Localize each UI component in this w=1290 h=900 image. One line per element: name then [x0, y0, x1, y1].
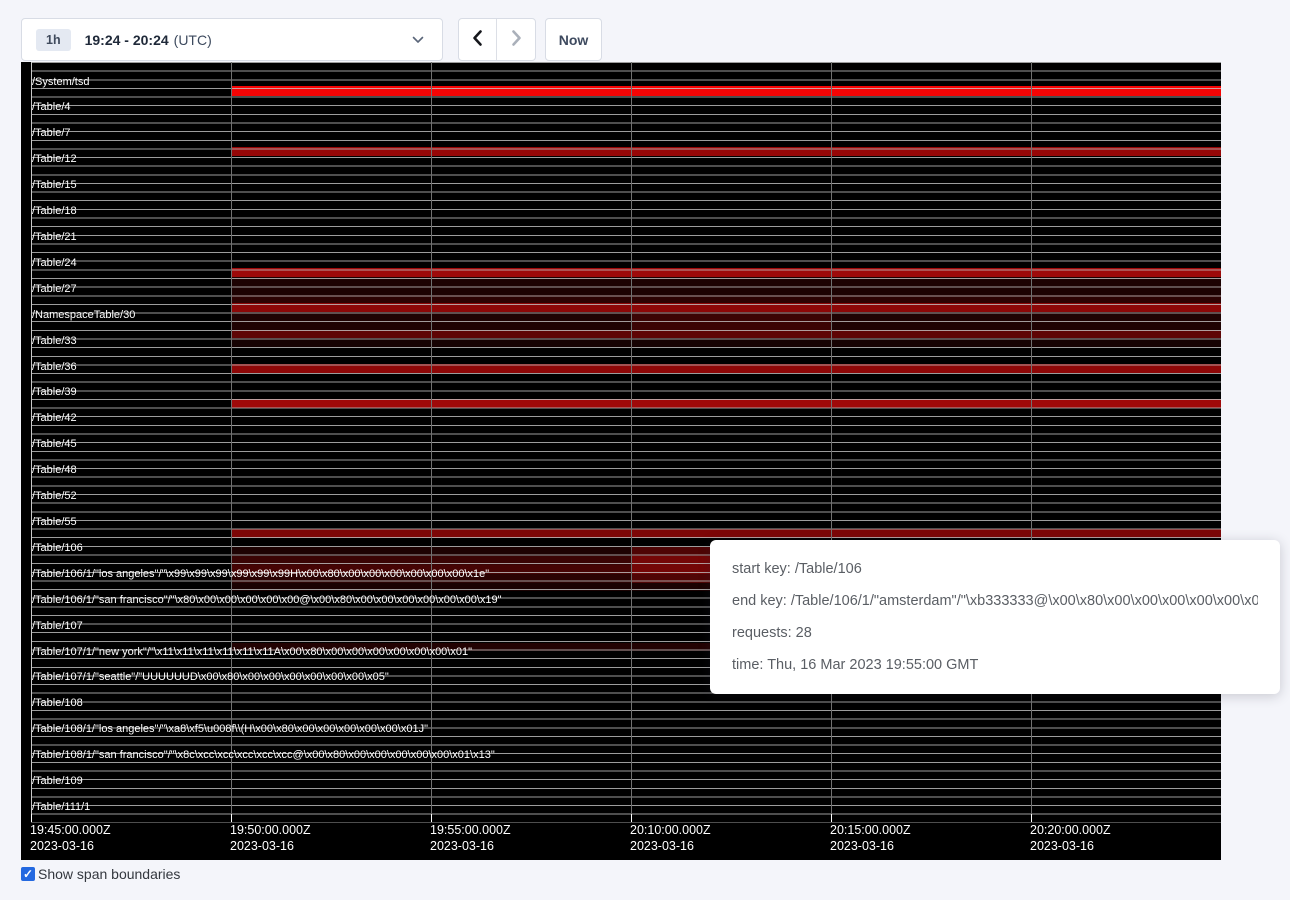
time-gridline [31, 62, 32, 822]
time-gridline [1031, 62, 1032, 822]
span-tooltip: start key: /Table/106end key: /Table/106… [710, 540, 1280, 694]
chevron-left-icon [470, 29, 486, 50]
heat-band [231, 338, 1221, 347]
heat-band [231, 295, 1221, 303]
range-duration-badge: 1h [36, 29, 71, 51]
chevron-right-icon [508, 29, 524, 50]
heat-band [231, 303, 1221, 312]
row-label: /Table/106 [32, 542, 83, 554]
x-axis-label: 19:55:00.000Z 2023-03-16 [430, 823, 511, 854]
tooltip-line: requests: 28 [732, 617, 1258, 649]
row-label: /Table/107 [32, 620, 83, 632]
row-label: /Table/36 [32, 361, 77, 373]
time-gridline [831, 62, 832, 822]
show-span-boundaries-label: Show span boundaries [38, 866, 180, 882]
tooltip-line: start key: /Table/106 [732, 553, 1258, 585]
x-axis-label: 20:10:00.000Z 2023-03-16 [630, 823, 711, 854]
key-visualizer-canvas[interactable]: /System/tsd/Table/4/Table/7/Table/12/Tab… [21, 62, 1221, 860]
x-axis-tick [831, 814, 832, 822]
row-label: /Table/7 [32, 127, 71, 139]
row-label: /Table/109 [32, 775, 83, 787]
heat-band [231, 147, 1221, 156]
x-axis-tick [1031, 814, 1032, 822]
toolbar: 1h 19:24 - 20:24 (UTC) Now [0, 0, 1290, 62]
time-gridline [631, 62, 632, 822]
heat-band [231, 364, 1221, 373]
heat-band [231, 399, 1221, 408]
show-span-boundaries-checkbox[interactable]: ✓ [21, 867, 35, 881]
tooltip-line: time: Thu, 16 Mar 2023 19:55:00 GMT [732, 649, 1258, 681]
x-axis-label: 20:20:00.000Z 2023-03-16 [1030, 823, 1111, 854]
row-label: /Table/108/1/"los angeles"/"\xa8\xf5\u00… [32, 723, 428, 735]
x-axis-label: 20:15:00.000Z 2023-03-16 [830, 823, 911, 854]
next-interval-button[interactable] [497, 19, 535, 60]
row-label: /Table/48 [32, 464, 77, 476]
row-label: /Table/21 [32, 231, 77, 243]
row-label: /Table/111/1 [32, 801, 90, 813]
time-gridline [431, 62, 432, 822]
row-label: /Table/106/1/"san francisco"/"\x80\x00\x… [32, 594, 502, 606]
x-axis-label: 19:45:00.000Z 2023-03-16 [30, 823, 111, 854]
row-label: /Table/45 [32, 438, 77, 450]
row-label: /Table/4 [32, 101, 71, 113]
heat-band [231, 277, 1221, 295]
footer: ✓ Show span boundaries [21, 866, 180, 882]
time-range-value: 19:24 - 20:24 [85, 32, 169, 48]
tooltip-line: end key: /Table/106/1/"amsterdam"/"\xb33… [732, 585, 1258, 617]
row-label: /Table/24 [32, 257, 77, 269]
heat-band [231, 529, 1221, 538]
row-label: /Table/55 [32, 516, 77, 528]
time-range-select[interactable]: 1h 19:24 - 20:24 (UTC) [21, 18, 443, 61]
span-boundary-lines [31, 62, 1221, 823]
time-gridline [231, 62, 232, 822]
heat-band [231, 86, 1221, 96]
x-axis-tick [631, 814, 632, 822]
x-axis-tick [231, 814, 232, 822]
previous-interval-button[interactable] [459, 19, 497, 60]
time-range-timezone: (UTC) [174, 32, 212, 48]
heat-band [631, 312, 831, 330]
row-label: /NamespaceTable/30 [32, 309, 135, 321]
row-label: /Table/108/1/"san francisco"/"\x8c\xcc\x… [32, 749, 495, 761]
row-label: /Table/39 [32, 386, 77, 398]
x-axis-tick [31, 814, 32, 822]
x-axis-tick [431, 814, 432, 822]
row-label: /Table/42 [32, 412, 77, 424]
row-label: /Table/52 [32, 490, 77, 502]
chevron-down-icon [412, 36, 424, 44]
row-label: /Table/33 [32, 335, 77, 347]
row-label: /Table/108 [32, 697, 83, 709]
row-label: /Table/27 [32, 283, 77, 295]
checkmark-icon: ✓ [23, 868, 33, 880]
row-label: /Table/15 [32, 179, 77, 191]
x-axis-label: 19:50:00.000Z 2023-03-16 [230, 823, 311, 854]
heat-band [231, 330, 1221, 338]
row-label: /Table/18 [32, 205, 77, 217]
row-label: /Table/107/1/"seattle"/"UUUUUUD\x00\x80\… [32, 671, 389, 683]
time-nav-group [458, 18, 536, 61]
now-button[interactable]: Now [545, 18, 602, 61]
heat-band [231, 268, 1221, 277]
row-label: /Table/12 [32, 153, 77, 165]
row-label: /System/tsd [32, 76, 89, 88]
